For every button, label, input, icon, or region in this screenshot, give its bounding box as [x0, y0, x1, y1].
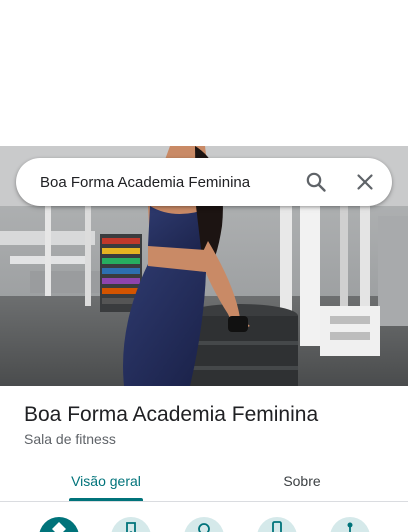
nearby-button[interactable]: [184, 517, 224, 532]
place-title: Boa Forma Academia Feminina: [24, 403, 319, 426]
selected-tab-indicator: [69, 498, 143, 501]
phone-icon: [269, 521, 285, 532]
place-category[interactable]: Sala de fitness: [24, 431, 116, 447]
search-icon: [306, 172, 326, 192]
save-button[interactable]: [111, 517, 151, 532]
clear-search-button[interactable]: [351, 168, 379, 196]
map-blank-area: [0, 0, 408, 146]
nearby-icon: [196, 521, 212, 532]
directions-button[interactable]: [39, 517, 79, 532]
save-icon: [123, 521, 139, 532]
action-buttons-row: [0, 503, 408, 532]
tab-about[interactable]: Sobre: [262, 460, 342, 502]
search-bar: [16, 158, 392, 206]
directions-icon: [51, 521, 67, 532]
search-input[interactable]: [40, 158, 290, 206]
place-tabs: Visão geral Sobre: [0, 460, 408, 502]
share-icon: [342, 521, 358, 532]
phone-button[interactable]: [257, 517, 297, 532]
tab-overview[interactable]: Visão geral: [66, 460, 146, 502]
share-button[interactable]: [330, 517, 370, 532]
close-icon: [357, 174, 373, 190]
search-button[interactable]: [302, 168, 330, 196]
